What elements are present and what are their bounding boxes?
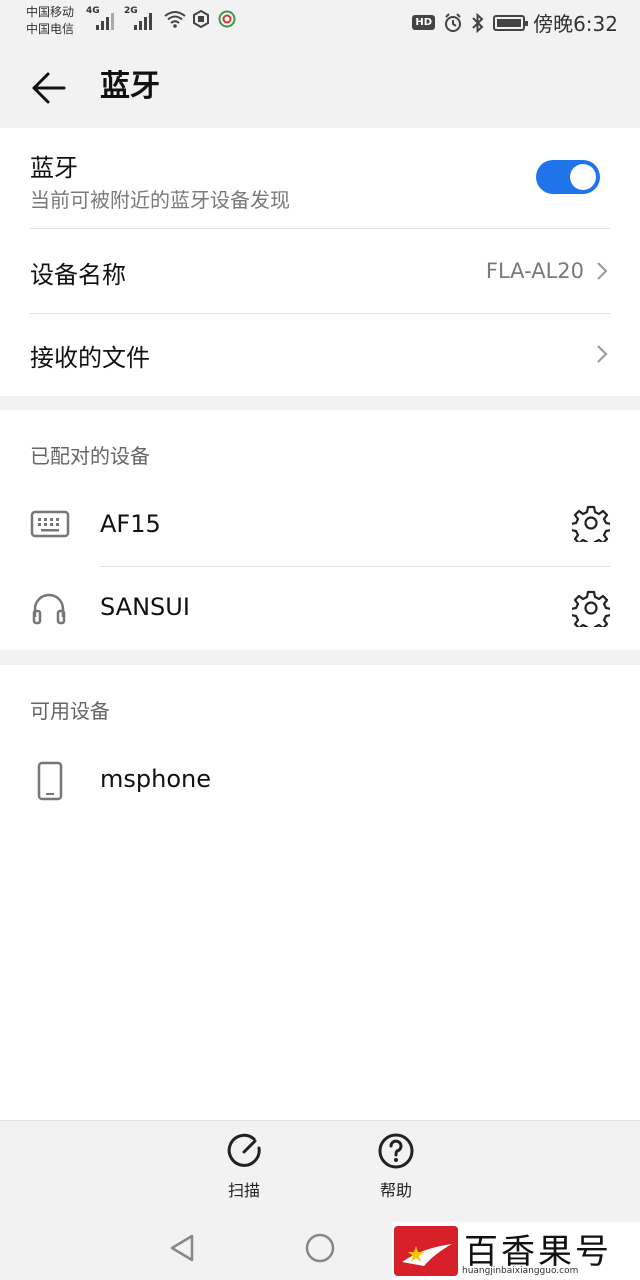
gear-icon[interactable] [572, 504, 610, 542]
hd-badge: HD [412, 15, 436, 30]
help-button[interactable]: 帮助 [356, 1131, 436, 1201]
bluetooth-icon [472, 12, 484, 33]
bluetooth-settings-card: 蓝牙 当前可被附近的蓝牙设备发现 设备名称 FLA-AL20 接收的文件 [0, 128, 640, 396]
received-files-row[interactable]: 接收的文件 [0, 314, 640, 396]
device-name-row[interactable]: 设备名称 FLA-AL20 [0, 229, 640, 313]
help-label: 帮助 [379, 1181, 412, 1200]
signal-icon [96, 10, 114, 30]
bluetooth-label: 蓝牙 [30, 154, 78, 182]
clock: 傍晚6:32 [533, 12, 618, 36]
status-right: HD 傍晚6:32 [412, 8, 618, 37]
paired-device-name: SANSUI [100, 593, 190, 621]
available-devices-card: 可用设备 msphone [0, 665, 640, 1120]
app-notification-icon [193, 10, 209, 28]
headphones-icon [32, 593, 66, 625]
device-name-label: 设备名称 [30, 261, 126, 289]
available-device-name: msphone [100, 765, 211, 793]
bluetooth-subtitle: 当前可被附近的蓝牙设备发现 [30, 188, 290, 212]
carrier-labels: 中国移动 中国电信 [26, 4, 74, 38]
bottom-action-bar: 扫描 帮助 [0, 1120, 640, 1219]
paired-device-name: AF15 [100, 510, 161, 538]
paired-device-row[interactable]: AF15 [0, 482, 640, 566]
watermark-logo-icon [394, 1226, 458, 1276]
nav-back-icon[interactable] [162, 1228, 202, 1268]
wifi-icon [164, 11, 186, 28]
nav-home-icon[interactable] [300, 1228, 340, 1268]
keyboard-icon [30, 510, 70, 538]
paired-devices-card: 已配对的设备 AF15 SANSUI [0, 410, 640, 650]
battery-icon [493, 14, 529, 31]
bluetooth-switch[interactable] [536, 160, 600, 194]
available-devices-header: 可用设备 [30, 699, 110, 723]
back-arrow-icon[interactable] [28, 68, 68, 108]
watermark: 百香果号 huangjinbaixiangguo.com [392, 1222, 640, 1280]
paired-devices-header: 已配对的设备 [30, 444, 150, 468]
chevron-right-icon [597, 262, 608, 280]
device-name-value: FLA-AL20 [485, 259, 584, 283]
scan-label: 扫描 [227, 1181, 260, 1200]
phone-icon [37, 761, 63, 801]
available-device-row[interactable]: msphone [0, 739, 640, 823]
carrier-2: 中国电信 [26, 22, 75, 36]
status-bar: 中国移动 中国电信 4G 2G HD 傍晚6:32 [0, 0, 640, 44]
carrier-1: 中国移动 [26, 5, 75, 19]
chevron-right-icon [597, 345, 608, 363]
scan-button[interactable]: 扫描 [204, 1131, 284, 1201]
signal-icon [134, 10, 152, 30]
scan-icon [227, 1133, 261, 1167]
bluetooth-toggle-row[interactable]: 蓝牙 当前可被附近的蓝牙设备发现 [0, 128, 640, 228]
alarm-icon [445, 12, 462, 32]
app-bar: 蓝牙 [0, 44, 640, 128]
app-notification-icon [218, 10, 236, 28]
received-files-label: 接收的文件 [30, 344, 150, 372]
watermark-url: huangjinbaixiangguo.com [462, 1266, 579, 1276]
paired-device-row[interactable]: SANSUI [0, 567, 640, 650]
help-icon [378, 1133, 414, 1169]
gear-icon[interactable] [572, 589, 610, 627]
page-title: 蓝牙 [100, 69, 160, 104]
